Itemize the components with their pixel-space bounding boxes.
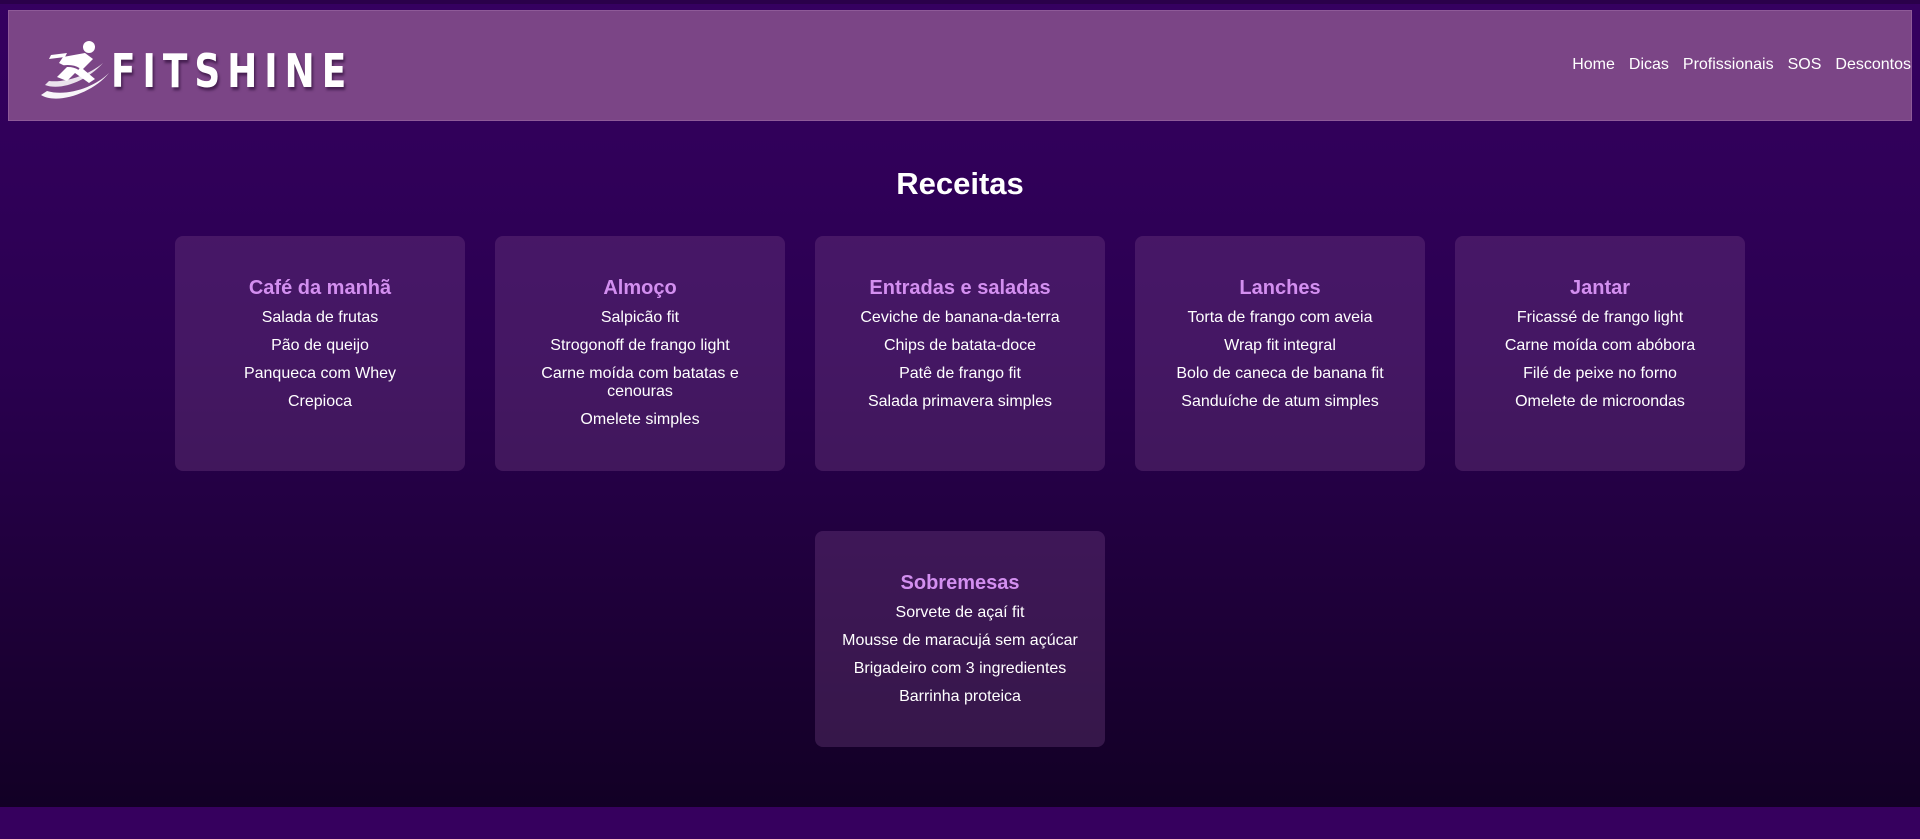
recipe-item[interactable]: Chips de batata-doce [831, 337, 1089, 355]
nav-dicas[interactable]: Dicas [1629, 56, 1669, 74]
recipe-card-lanches: Lanches Torta de frango com aveia Wrap f… [1135, 236, 1425, 471]
recipe-item[interactable]: Pão de queijo [191, 337, 449, 355]
recipe-item[interactable]: Salada primavera simples [831, 393, 1089, 411]
recipe-item[interactable]: Carne moída com batatas e cenouras [511, 365, 769, 401]
recipe-item[interactable]: Wrap fit integral [1151, 337, 1409, 355]
recipe-item[interactable]: Fricassé de frango light [1471, 309, 1729, 327]
recipe-item[interactable]: Mousse de maracujá sem açúcar [831, 632, 1089, 650]
recipe-card-almoco: Almoço Salpicão fit Strogonoff de frango… [495, 236, 785, 471]
recipe-card-cafe-da-manha: Café da manhã Salada de frutas Pão de qu… [175, 236, 465, 471]
recipe-item[interactable]: Torta de frango com aveia [1151, 309, 1409, 327]
recipe-item[interactable]: Carne moída com abóbora [1471, 337, 1729, 355]
recipe-item[interactable]: Omelete simples [511, 411, 769, 429]
recipe-list: Sorvete de açaí fit Mousse de maracujá s… [831, 604, 1089, 706]
recipe-list: Torta de frango com aveia Wrap fit integ… [1151, 309, 1409, 411]
card-title: Almoço [603, 277, 677, 299]
card-title: Jantar [1569, 277, 1631, 299]
recipe-item[interactable]: Strogonoff de frango light [511, 337, 769, 355]
card-title: Café da manhã [248, 277, 392, 299]
recipe-card-entradas-e-saladas: Entradas e saladas Ceviche de banana-da-… [815, 236, 1105, 471]
recipe-item[interactable]: Barrinha proteica [831, 688, 1089, 706]
nav-profissionais[interactable]: Profissionais [1683, 56, 1774, 74]
running-figure-icon [41, 41, 109, 99]
nav-sos[interactable]: SOS [1788, 56, 1822, 74]
recipe-list: Salpicão fit Strogonoff de frango light … [511, 309, 769, 429]
main-nav: Home Dicas Profissionais SOS Descontos [1558, 56, 1911, 74]
recipe-item[interactable]: Sanduíche de atum simples [1151, 393, 1409, 411]
brand-name: FITSHINE [111, 44, 354, 98]
recipe-list: Salada de frutas Pão de queijo Panqueca … [191, 309, 449, 411]
card-title: Entradas e saladas [869, 277, 1051, 299]
page-title: Receitas [896, 166, 1024, 201]
nav-descontos[interactable]: Descontos [1835, 56, 1911, 74]
recipe-item[interactable]: Ceviche de banana-da-terra [831, 309, 1089, 327]
recipe-item[interactable]: Bolo de caneca de banana fit [1151, 365, 1409, 383]
recipe-item[interactable]: Brigadeiro com 3 ingredientes [831, 660, 1089, 678]
recipe-item[interactable]: Crepioca [191, 393, 449, 411]
brand-logo[interactable]: FITSHINE [33, 35, 422, 107]
recipe-list: Ceviche de banana-da-terra Chips de bata… [831, 309, 1089, 411]
top-strip [0, 0, 1920, 4]
recipe-item[interactable]: Omelete de microondas [1471, 393, 1729, 411]
recipe-item[interactable]: Filé de peixe no forno [1471, 365, 1729, 383]
recipe-card-sobremesas: Sobremesas Sorvete de açaí fit Mousse de… [815, 531, 1105, 747]
footer-strip [0, 807, 1920, 839]
recipe-card-jantar: Jantar Fricassé de frango light Carne mo… [1455, 236, 1745, 471]
recipe-item[interactable]: Salpicão fit [511, 309, 769, 327]
recipe-item[interactable]: Sorvete de açaí fit [831, 604, 1089, 622]
recipe-item[interactable]: Salada de frutas [191, 309, 449, 327]
site-header: FITSHINE Home Dicas Profissionais SOS De… [8, 10, 1912, 121]
card-title: Lanches [1239, 277, 1321, 299]
recipe-item[interactable]: Panqueca com Whey [191, 365, 449, 383]
nav-home[interactable]: Home [1572, 56, 1615, 74]
recipe-list: Fricassé de frango light Carne moída com… [1471, 309, 1729, 411]
card-title: Sobremesas [900, 572, 1020, 594]
recipe-item[interactable]: Patê de frango fit [831, 365, 1089, 383]
